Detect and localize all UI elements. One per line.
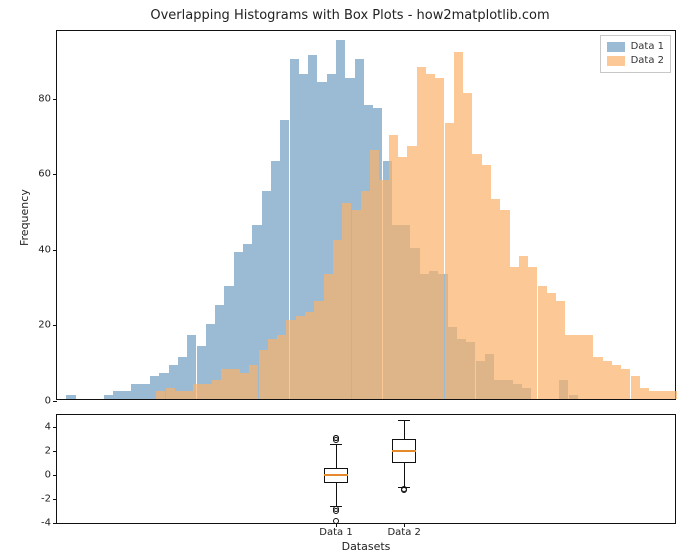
legend: Data 1 Data 2 bbox=[600, 35, 671, 73]
hist-bar-data2 bbox=[407, 146, 416, 399]
ylabel-frequency: Frequency bbox=[18, 189, 31, 246]
hist-bar-data2 bbox=[565, 335, 574, 399]
hist-bar-data2 bbox=[426, 74, 435, 399]
hist-bar-data2 bbox=[296, 316, 305, 399]
hist-bar-data1 bbox=[122, 391, 131, 399]
hist-bar-data2 bbox=[342, 203, 351, 399]
legend-label-data1: Data 1 bbox=[631, 40, 664, 54]
hist-bar-data2 bbox=[640, 388, 649, 399]
histogram-axes: Data 1 Data 2 020406080 bbox=[56, 30, 676, 400]
ytick-mark bbox=[53, 451, 57, 452]
hist-bar-data2 bbox=[435, 78, 444, 399]
hist-bar-data2 bbox=[556, 301, 565, 399]
median-line bbox=[392, 450, 416, 452]
ytick-mark bbox=[53, 499, 57, 500]
hist-bar-data2 bbox=[286, 320, 295, 399]
boxplot-layer bbox=[57, 415, 675, 523]
hist-bar-data2 bbox=[156, 391, 165, 399]
outlier-marker bbox=[333, 435, 339, 441]
legend-item-data1: Data 1 bbox=[607, 40, 664, 54]
hist-bar-data2 bbox=[603, 361, 612, 399]
hist-bar-data2 bbox=[203, 384, 212, 399]
hist-bar-data2 bbox=[166, 388, 175, 399]
hist-bar-data2 bbox=[500, 210, 509, 399]
ytick-mark bbox=[53, 401, 57, 402]
ytick-mark bbox=[53, 99, 57, 100]
legend-item-data2: Data 2 bbox=[607, 54, 664, 68]
hist-bar-data2 bbox=[584, 335, 593, 399]
outlier-marker bbox=[333, 506, 339, 512]
hist-bar-data2 bbox=[277, 335, 286, 399]
hist-bar-data2 bbox=[389, 135, 398, 399]
ytick-mark bbox=[53, 174, 57, 175]
hist-bar-data2 bbox=[268, 339, 277, 399]
hist-bar-data2 bbox=[361, 191, 370, 399]
hist-bar-data2 bbox=[658, 391, 667, 399]
median-line bbox=[324, 474, 348, 476]
legend-label-data2: Data 2 bbox=[631, 54, 664, 68]
hist-bar-data2 bbox=[240, 373, 249, 399]
hist-bar-data2 bbox=[668, 391, 677, 399]
hist-bar-data2 bbox=[463, 93, 472, 399]
ytick-mark bbox=[53, 250, 57, 251]
hist-bar-data2 bbox=[249, 365, 258, 399]
hist-bar-data2 bbox=[612, 365, 621, 399]
ytick-mark bbox=[53, 325, 57, 326]
hist-bar-data2 bbox=[259, 350, 268, 399]
hist-bar-data1 bbox=[66, 395, 75, 399]
hist-bar-data2 bbox=[175, 391, 184, 399]
ytick-mark bbox=[53, 523, 57, 524]
hist-bar-data2 bbox=[649, 391, 658, 399]
hist-bar-data1 bbox=[113, 391, 122, 399]
hist-bar-data1 bbox=[131, 384, 140, 399]
figure: Overlapping Histograms with Box Plots - … bbox=[0, 0, 700, 560]
whisker-cap bbox=[330, 444, 342, 445]
hist-bar-data2 bbox=[212, 380, 221, 399]
hist-bar-data1 bbox=[141, 384, 150, 399]
hist-bar-data2 bbox=[510, 267, 519, 399]
outlier-marker bbox=[401, 486, 407, 492]
hist-bar-data2 bbox=[379, 180, 388, 399]
hist-bar-data2 bbox=[547, 293, 556, 399]
figure-title: Overlapping Histograms with Box Plots - … bbox=[0, 8, 700, 23]
ytick-mark bbox=[53, 427, 57, 428]
hist-bar-data2 bbox=[184, 391, 193, 399]
legend-swatch-data1 bbox=[607, 42, 625, 52]
xtick-mark bbox=[404, 523, 405, 527]
hist-bar-data2 bbox=[333, 240, 342, 399]
hist-bar-data2 bbox=[528, 267, 537, 399]
hist-bar-data2 bbox=[593, 357, 602, 399]
boxplot-axes: -4-2024Data 1Data 2 bbox=[56, 414, 676, 524]
hist-bar-data2 bbox=[631, 376, 640, 399]
hist-bar-data2 bbox=[305, 312, 314, 399]
hist-bar-data2 bbox=[491, 199, 500, 399]
hist-bar-data2 bbox=[519, 256, 528, 399]
hist-bar-data2 bbox=[221, 369, 230, 399]
hist-bar-data2 bbox=[445, 123, 454, 399]
ytick-mark bbox=[53, 475, 57, 476]
hist-bar-data2 bbox=[398, 157, 407, 399]
hist-bar-data1 bbox=[104, 395, 113, 399]
hist-bar-data2 bbox=[482, 165, 491, 399]
hist-bar-data2 bbox=[231, 369, 240, 399]
hist-bar-data2 bbox=[621, 369, 630, 399]
hist-bar-data2 bbox=[370, 150, 379, 399]
hist-bar-data2 bbox=[352, 210, 361, 399]
histogram-bars-layer bbox=[57, 31, 675, 399]
legend-swatch-data2 bbox=[607, 56, 625, 66]
hist-bar-data2 bbox=[575, 335, 584, 399]
hist-bar-data2 bbox=[417, 67, 426, 399]
xtick-mark bbox=[336, 523, 337, 527]
hist-bar-data2 bbox=[538, 286, 547, 399]
hist-bar-data2 bbox=[324, 274, 333, 399]
hist-bar-data2 bbox=[454, 52, 463, 399]
hist-bar-data2 bbox=[472, 154, 481, 399]
hist-bar-data2 bbox=[193, 384, 202, 399]
xlabel-datasets: Datasets bbox=[56, 540, 676, 553]
hist-bar-data2 bbox=[314, 301, 323, 399]
whisker-cap bbox=[398, 420, 410, 421]
